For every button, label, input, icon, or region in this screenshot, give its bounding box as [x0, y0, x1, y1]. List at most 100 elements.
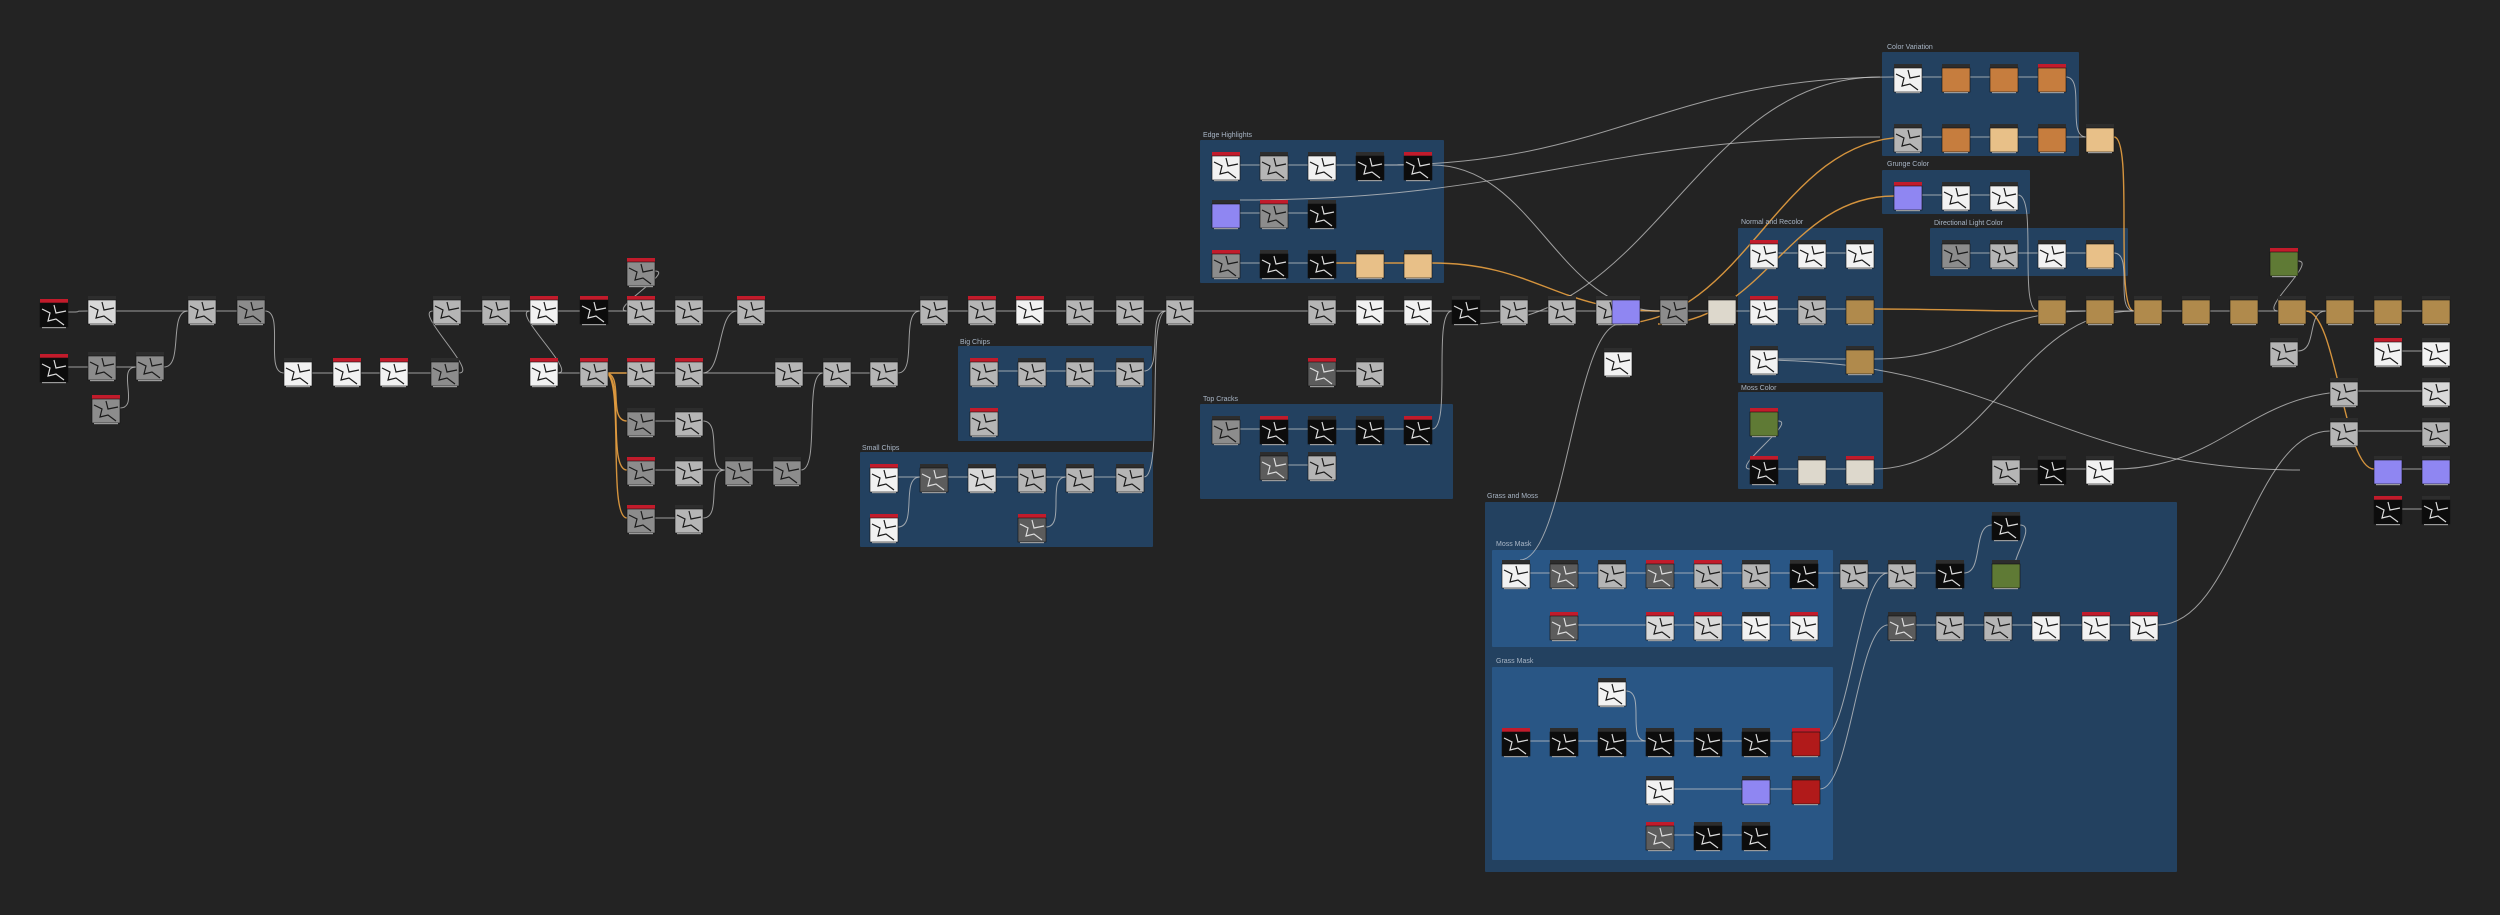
graph-node[interactable]: [2421, 338, 2451, 368]
graph-node[interactable]: [1693, 822, 1723, 852]
graph-node[interactable]: [1749, 346, 1779, 376]
graph-node[interactable]: [822, 358, 852, 388]
graph-node[interactable]: [529, 296, 559, 326]
graph-node[interactable]: [1941, 64, 1971, 94]
graph-node[interactable]: [1259, 416, 1289, 446]
graph-node[interactable]: [2085, 456, 2115, 486]
graph-node[interactable]: [2325, 296, 2355, 326]
graph-node[interactable]: [1707, 296, 1737, 326]
graph-node[interactable]: [2421, 296, 2451, 326]
graph-node[interactable]: [2373, 338, 2403, 368]
graph-node[interactable]: [1355, 296, 1385, 326]
graph-node[interactable]: [430, 358, 460, 388]
graph-node[interactable]: [1845, 240, 1875, 270]
graph-node[interactable]: [91, 395, 121, 425]
graph-node[interactable]: [1065, 358, 1095, 388]
graph-node[interactable]: [1645, 560, 1675, 590]
graph-node[interactable]: [432, 296, 462, 326]
graph-node[interactable]: [1645, 728, 1675, 758]
graph-node[interactable]: [1211, 152, 1241, 182]
graph-node[interactable]: [2037, 240, 2067, 270]
graph-node[interactable]: [1307, 152, 1337, 182]
graph-node[interactable]: [1015, 296, 1045, 326]
graph-node[interactable]: [1451, 296, 1481, 326]
graph-node[interactable]: [1597, 728, 1627, 758]
node-graph-canvas[interactable]: Color Variation Edge Highlights Grunge C…: [0, 0, 2500, 915]
graph-node[interactable]: [2269, 338, 2299, 368]
graph-node[interactable]: [1501, 728, 1531, 758]
graph-node[interactable]: [1403, 152, 1433, 182]
graph-node[interactable]: [1989, 64, 2019, 94]
graph-node[interactable]: [969, 358, 999, 388]
graph-node[interactable]: [2181, 296, 2211, 326]
graph-node[interactable]: [1115, 358, 1145, 388]
graph-node[interactable]: [1989, 240, 2019, 270]
graph-node[interactable]: [1017, 514, 1047, 544]
graph-node[interactable]: [1547, 296, 1577, 326]
graph-node[interactable]: [1549, 728, 1579, 758]
graph-node[interactable]: [2081, 612, 2111, 642]
graph-node[interactable]: [1597, 560, 1627, 590]
graph-node[interactable]: [1983, 612, 2013, 642]
graph-node[interactable]: [1549, 560, 1579, 590]
graph-node[interactable]: [1749, 296, 1779, 326]
graph-node[interactable]: [1941, 240, 1971, 270]
graph-node[interactable]: [1749, 240, 1779, 270]
graph-node[interactable]: [774, 358, 804, 388]
graph-node[interactable]: [1845, 346, 1875, 376]
graph-node[interactable]: [1645, 776, 1675, 806]
graph-node[interactable]: [1611, 296, 1641, 326]
graph-node[interactable]: [1741, 560, 1771, 590]
graph-node[interactable]: [1307, 200, 1337, 230]
graph-node[interactable]: [1307, 452, 1337, 482]
graph-node[interactable]: [772, 457, 802, 487]
graph-node[interactable]: [1991, 456, 2021, 486]
graph-node[interactable]: [969, 408, 999, 438]
graph-node[interactable]: [1797, 240, 1827, 270]
graph-node[interactable]: [2031, 612, 2061, 642]
graph-node[interactable]: [2269, 248, 2299, 278]
graph-node[interactable]: [2329, 378, 2359, 408]
graph-node[interactable]: [1791, 776, 1821, 806]
graph-node[interactable]: [1017, 464, 1047, 494]
graph-node[interactable]: [626, 408, 656, 438]
graph-node[interactable]: [1893, 182, 1923, 212]
graph-node[interactable]: [2129, 612, 2159, 642]
graph-node[interactable]: [2421, 378, 2451, 408]
graph-node[interactable]: [736, 296, 766, 326]
graph-node[interactable]: [529, 358, 559, 388]
graph-node[interactable]: [481, 296, 511, 326]
graph-node[interactable]: [869, 464, 899, 494]
graph-node[interactable]: [967, 296, 997, 326]
graph-node[interactable]: [1797, 456, 1827, 486]
graph-node[interactable]: [1845, 296, 1875, 326]
graph-node[interactable]: [1749, 408, 1779, 438]
graph-node[interactable]: [2037, 296, 2067, 326]
graph-node[interactable]: [869, 358, 899, 388]
graph-node[interactable]: [1791, 728, 1821, 758]
graph-node[interactable]: [1693, 612, 1723, 642]
graph-node[interactable]: [1403, 416, 1433, 446]
graph-node[interactable]: [967, 464, 997, 494]
graph-node[interactable]: [1741, 612, 1771, 642]
graph-node[interactable]: [2037, 456, 2067, 486]
graph-node[interactable]: [2037, 64, 2067, 94]
graph-node[interactable]: [2329, 418, 2359, 448]
graph-node[interactable]: [2085, 296, 2115, 326]
graph-node[interactable]: [1065, 464, 1095, 494]
graph-node[interactable]: [1259, 152, 1289, 182]
graph-node[interactable]: [1307, 416, 1337, 446]
graph-node[interactable]: [626, 358, 656, 388]
graph-node[interactable]: [1355, 250, 1385, 280]
graph-node[interactable]: [87, 296, 117, 326]
graph-node[interactable]: [1797, 296, 1827, 326]
graph-node[interactable]: [626, 258, 656, 288]
graph-node[interactable]: [1499, 296, 1529, 326]
graph-node[interactable]: [1115, 296, 1145, 326]
graph-node[interactable]: [135, 352, 165, 382]
graph-node[interactable]: [626, 505, 656, 535]
graph-node[interactable]: [1259, 452, 1289, 482]
graph-node[interactable]: [39, 299, 69, 329]
graph-node[interactable]: [1989, 182, 2019, 212]
graph-node[interactable]: [724, 457, 754, 487]
